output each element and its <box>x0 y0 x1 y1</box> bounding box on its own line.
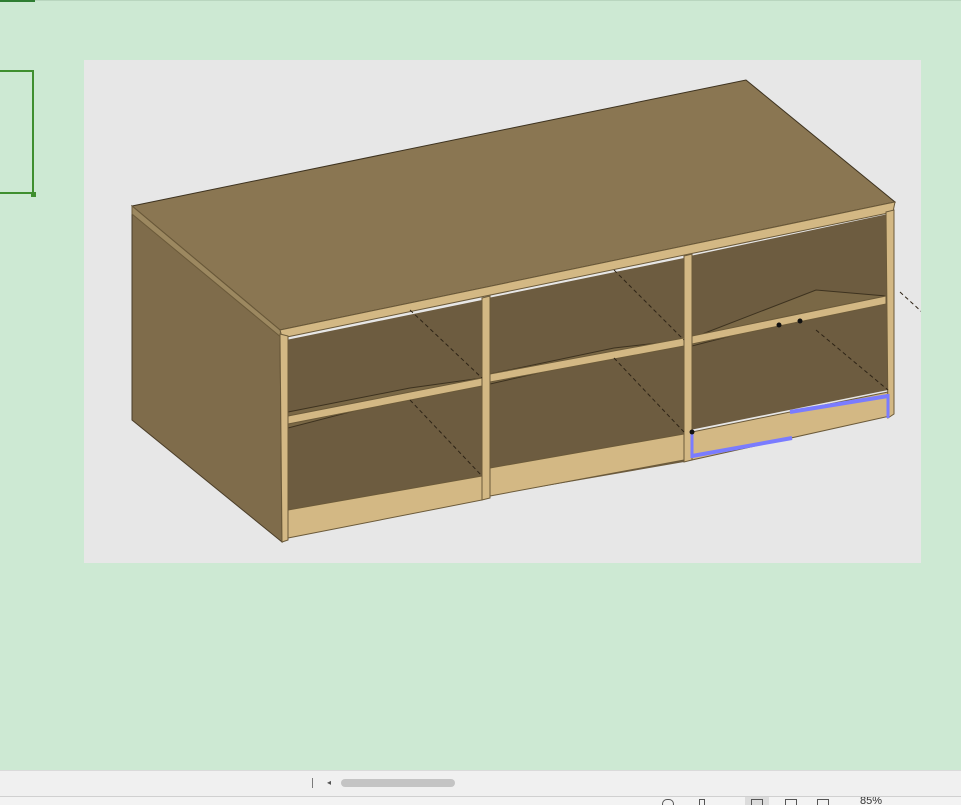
fill-handle[interactable] <box>31 192 36 197</box>
hidden-edge-3 <box>899 291 921 312</box>
bay-1-back <box>286 300 482 512</box>
control-point-1 <box>797 318 803 324</box>
scroll-left-icon[interactable]: ◂ <box>323 776 335 790</box>
cabinet-render-svg <box>130 79 921 544</box>
stile-right <box>885 209 895 419</box>
control-point-2 <box>689 429 695 435</box>
stile-left <box>279 333 289 543</box>
selected-cell-range[interactable] <box>0 70 34 194</box>
tab-splitter[interactable] <box>312 778 313 788</box>
horizontal-scrollbar-thumb[interactable] <box>341 779 455 787</box>
sheet-tab-bar: ◂ <box>0 770 961 797</box>
stile-mid-1 <box>481 295 491 501</box>
column-header-edge <box>0 0 961 1</box>
worksheet-grid[interactable] <box>0 0 961 770</box>
embedded-cabinet-image[interactable] <box>84 60 921 563</box>
control-point-0 <box>776 322 782 328</box>
selected-column-marker <box>0 0 35 2</box>
